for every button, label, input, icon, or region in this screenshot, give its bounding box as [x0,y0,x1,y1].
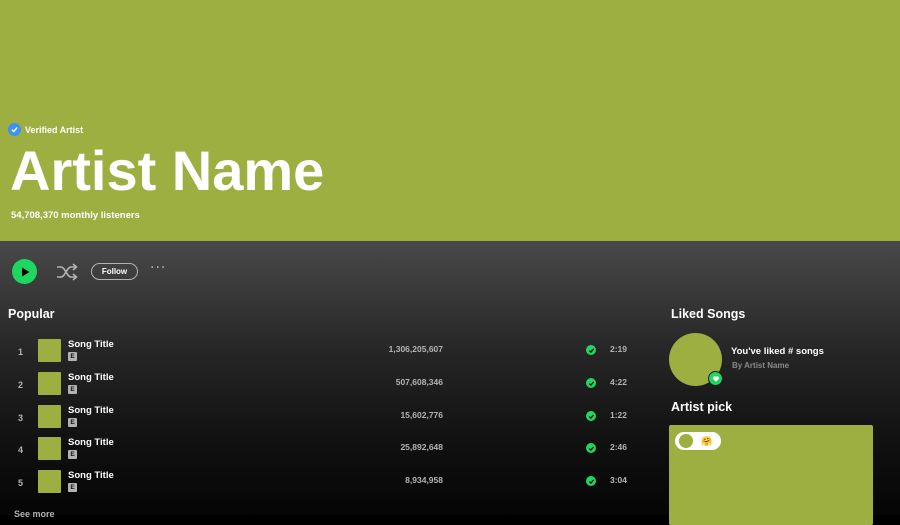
track-plays: 8,934,958 [405,475,443,485]
more-options-button[interactable]: ··· [150,260,166,276]
track-plays: 1,306,205,607 [388,344,443,354]
track-artwork [38,405,61,428]
action-bar: Follow ··· [12,259,212,284]
track-artwork [38,372,61,395]
track-duration: 4:22 [610,377,628,387]
liked-songs-byline: By Artist Name [732,361,790,370]
track-number: 4 [18,445,24,455]
hugging-emoji-icon: 🤗 [701,436,713,446]
track-title[interactable]: Song Title [68,470,114,481]
track-plays: 507,608,346 [395,377,443,387]
artist-pick-card[interactable]: 🤗 [669,425,873,525]
verified-label: Verified Artist [25,124,84,135]
liked-check-icon[interactable] [586,476,596,486]
table-row[interactable]: 5 Song Title E 8,934,958 3:04 [0,470,640,500]
track-duration: 3:04 [610,475,628,485]
artist-pick-title: Artist pick [671,400,733,414]
verified-check-icon [8,123,21,136]
shuffle-button[interactable] [56,262,78,282]
popular-section-title: Popular [8,307,55,321]
explicit-badge: E [68,450,77,459]
track-duration: 2:46 [610,442,628,452]
track-plays: 15,602,776 [400,410,443,420]
liked-check-icon[interactable] [586,443,596,453]
play-icon [21,267,29,276]
track-artwork [38,470,61,493]
track-title[interactable]: Song Title [68,372,114,383]
explicit-badge: E [68,418,77,427]
explicit-badge: E [68,483,77,492]
liked-songs-title: Liked Songs [671,307,746,321]
liked-check-icon[interactable] [586,378,596,388]
monthly-listeners: 54,708,370 monthly listeners [11,210,140,221]
artist-content: Follow ··· Popular 1 Song Title E 1,306,… [0,241,900,525]
track-number: 5 [18,478,24,488]
explicit-badge: E [68,352,77,361]
track-duration: 2:19 [610,344,628,354]
artist-pick-avatar [679,434,693,448]
track-title[interactable]: Song Title [68,405,114,416]
track-title[interactable]: Song Title [68,339,114,350]
table-row[interactable]: 4 Song Title E 25,892,648 2:46 [0,437,640,467]
track-duration: 1:22 [610,410,628,420]
verified-badge: Verified Artist [8,123,83,136]
table-row[interactable]: 3 Song Title E 15,602,776 1:22 [0,405,640,435]
explicit-badge: E [68,385,77,394]
table-row[interactable]: 2 Song Title E 507,608,346 4:22 [0,372,640,402]
see-more-link[interactable]: See more [14,509,55,519]
track-artwork [38,339,61,362]
artist-header: Verified Artist Artist Name 54,708,370 m… [0,0,900,241]
table-row[interactable]: 1 Song Title E 1,306,205,607 2:19 [0,339,640,369]
liked-songs-count[interactable]: You've liked # songs [731,346,824,357]
track-number: 1 [18,347,24,357]
track-number: 2 [18,380,24,390]
track-artwork [38,437,61,460]
track-title[interactable]: Song Title [68,437,114,448]
heart-icon [708,371,723,386]
track-plays: 25,892,648 [400,442,443,452]
follow-button[interactable]: Follow [91,263,138,280]
play-button[interactable] [12,259,37,284]
liked-check-icon[interactable] [586,345,596,355]
track-number: 3 [18,413,24,423]
artist-name: Artist Name [10,139,325,202]
artist-pick-pill: 🤗 [675,432,721,450]
shuffle-icon [57,263,78,281]
liked-check-icon[interactable] [586,411,596,421]
